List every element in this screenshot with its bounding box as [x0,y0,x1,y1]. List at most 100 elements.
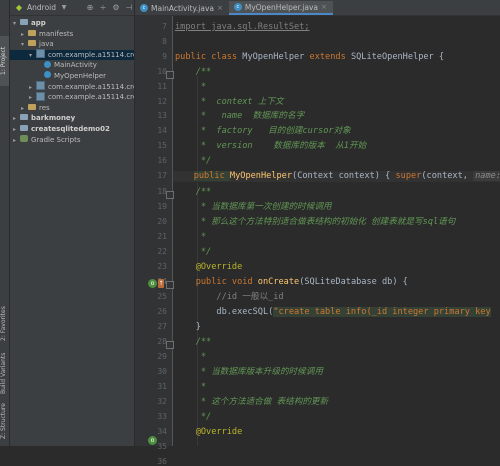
view-mode-selector[interactable]: Android [27,3,56,12]
folder-icon [28,103,36,110]
line-number: 30 [157,367,167,376]
code-line-23: @Override [175,262,243,272]
module-folder-icon [20,19,28,25]
code-line-27: } [175,322,201,332]
build-variants-tool-button[interactable]: Build Variants [0,350,9,396]
code-line-21: * [175,232,207,242]
code-line-34: @Override [175,427,243,437]
tree-item-label: MainActivity [54,61,97,70]
tree-item-label: manifests [39,29,74,38]
code-line-12: * context 上下文 [175,97,284,107]
tree-item[interactable]: ▸ res [10,103,134,114]
collapsed-arrow-icon[interactable]: ▸ [13,136,20,147]
line-number: 36 [157,457,167,466]
parameter-hint: name: [473,171,500,181]
code-line-32: * 这个方法适合做 表结构的更新 [175,397,329,407]
override-icon[interactable]: o [148,436,157,445]
line-number: 12 [157,97,167,106]
code-line-31: * [175,382,207,392]
code-line-22: */ [175,247,212,257]
fold-marker[interactable] [166,71,174,79]
line-number: 35 [157,442,167,451]
line-number: 9 [162,52,167,61]
class-icon: c [233,3,242,11]
code-line-28: /** [175,337,212,347]
tree-item[interactable]: MyOpenHelper [10,71,134,82]
tree-item-label: res [39,103,50,112]
line-number: 14 [157,126,167,135]
line-number: 21 [157,232,167,241]
tree-item-label: com.example.a15114.createsq [48,50,134,59]
line-number: 31 [157,382,167,391]
code-line-16: */ [175,156,212,166]
code-line-19: * 当数据库第一次创建的时候调用 [175,202,332,212]
tree-item[interactable]: ▾ java [10,39,134,50]
tree-item[interactable]: MainActivity [10,60,134,71]
code-editor[interactable]: import java.sql.ResultSet; public class … [173,16,500,446]
code-line-18: /** [175,187,212,197]
structure-tool-button[interactable]: Z: Structure [0,400,9,442]
tree-item[interactable]: ▾ app [10,18,134,29]
project-panel: ◆ Android ▼ ⊕ ÷ ⚙ ⊣ ▾ app ▸ manifests ▾ java ▾… [10,0,134,446]
class-icon [44,71,51,79]
line-number: 33 [157,412,167,421]
project-panel-header: ◆ Android ▼ ⊕ ÷ ⚙ ⊣ [10,0,134,16]
code-line-33: */ [175,412,212,422]
project-tree: ▾ app ▸ manifests ▾ java ▾ com.example.a15114.c… [10,16,134,145]
fold-marker[interactable] [166,341,174,349]
tab-mainactivity[interactable]: c MainActivity.java × [135,1,229,15]
line-number: 25 [157,292,167,301]
line-number: 34 [157,427,167,436]
close-icon[interactable]: × [217,4,223,12]
tree-item[interactable]: ▸com.example.a15114.createsq [10,91,134,103]
line-number: 19 [157,202,167,211]
sync-icon[interactable]: ⊕ [85,3,95,13]
hide-icon[interactable]: ⊣ [124,3,134,13]
line-number: 7 [162,22,167,31]
tab-myopenhelper[interactable]: c MyOpenHelper.java × [228,1,333,15]
code-line-26: db.execSQL("create table info(_id intege… [175,307,491,317]
line-number: 32 [157,397,167,406]
tree-item[interactable]: ▸ createsqlitedemo02 [10,124,134,135]
code-line-7: import java.sql.ResultSet; [175,22,310,32]
tree-item[interactable]: ▸ Gradle Scripts [10,135,134,146]
code-line-13: * name 数据库的名字 [175,111,305,121]
tree-item-label: com.example.a15114.createsq [48,82,134,91]
module-folder-icon [20,114,28,121]
override-icon[interactable]: o [148,279,157,288]
module-folder-icon [20,124,28,131]
chevron-down-icon[interactable]: ▼ [59,3,69,13]
code-line-17: public MyOpenHelper(Context context) { s… [173,171,500,182]
code-line-10: /** [175,67,212,77]
code-line-20: * 那么这个方法特别适合做表结构的初始化 创建表就是写sql语句 [175,217,456,227]
line-number: 16 [157,156,167,165]
fold-marker[interactable] [166,191,174,199]
tree-item-label: createsqlitedemo02 [31,124,110,133]
code-line-30: * 当数据库版本升级的时候调用 [175,367,323,377]
tree-item-label: Gradle Scripts [31,135,81,144]
folder-icon [28,29,36,36]
collapse-icon[interactable]: ÷ [98,3,108,13]
folder-icon [28,40,36,47]
tree-item[interactable]: ▸com.example.a15114.createsq [10,81,134,93]
package-icon [36,91,45,101]
gear-icon[interactable]: ⚙ [111,3,121,13]
tree-item[interactable]: ▸ barkmoney [10,113,134,124]
close-icon[interactable]: × [321,3,327,11]
android-icon: ◆ [15,3,23,12]
project-tool-button[interactable]: 1: Project [0,36,9,86]
line-number: 27 [157,322,167,331]
code-line-14: * factory 目的创建cursor对象 [175,126,351,136]
gradle-icon [20,135,28,143]
tool-window-strip: 1: Project 2: Favorites Build Variants Z… [0,0,10,446]
line-number: 8 [162,37,167,46]
implement-arrow-icon[interactable]: ↑ [158,279,164,288]
tree-item-label: com.example.a15114.createsq [48,93,134,102]
tree-item[interactable]: ▸ manifests [10,29,134,40]
fold-marker[interactable] [166,281,174,289]
tree-item[interactable]: ▾com.example.a15114.createsq [10,49,134,61]
favorites-tool-button[interactable]: 2: Favorites [0,302,9,346]
editor-tab-bar: c MainActivity.java × c MyOpenHelper.jav… [135,0,500,16]
tree-item-label: MyOpenHelper [54,71,107,80]
line-number: 15 [157,141,167,150]
